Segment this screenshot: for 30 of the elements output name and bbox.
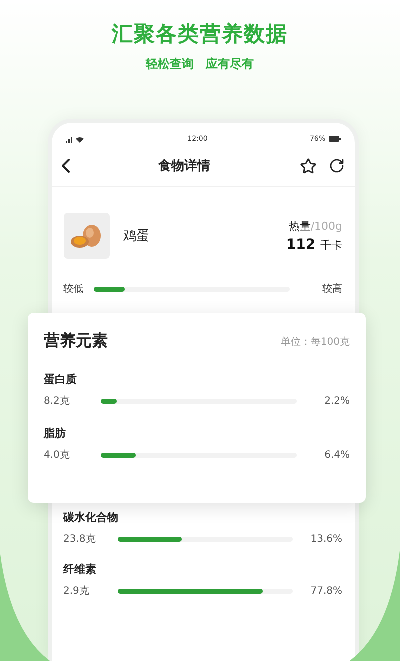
battery-icon [328, 136, 340, 142]
page-title: 食物详情 [158, 158, 210, 175]
subheadline: 轻松查询 应有尽有 [146, 56, 254, 73]
unit-label: 单位：每100克 [280, 336, 350, 348]
signal-wifi-icon [66, 136, 86, 142]
high-label: 较高 [322, 282, 342, 296]
back-icon [62, 159, 70, 173]
nutrient-amount: 8.2克 [44, 394, 71, 408]
nutrient-name: 蛋白质 [44, 372, 78, 387]
nutrient-amount: 4.0克 [44, 448, 71, 462]
nutrient-percent: 77.8% [310, 586, 342, 596]
card-title: 营养元素 [44, 331, 108, 352]
nutrient-percent: 2.2% [324, 396, 350, 406]
food-name: 鸡蛋 [124, 228, 150, 245]
headline: 汇聚各类营养数据 [112, 21, 288, 48]
nutrient-percent: 13.6% [310, 534, 342, 544]
nutrient-amount: 23.8克 [64, 532, 97, 546]
refresh-button[interactable] [328, 158, 344, 174]
nutrient-name: 脂肪 [44, 426, 67, 441]
nutrient-name: 纤维素 [64, 562, 98, 577]
energy-label: 热量/100g [288, 219, 342, 234]
low-label: 较低 [64, 282, 84, 296]
refresh-icon [328, 158, 344, 174]
energy-value: 112 千卡 [286, 237, 342, 253]
star-button[interactable] [300, 158, 316, 174]
nutrient-name: 碳水化合物 [64, 510, 120, 525]
nutrient-amount: 2.9克 [64, 584, 90, 598]
nutrient-percent: 6.4% [324, 450, 350, 460]
back-button[interactable] [62, 159, 70, 173]
star-icon [300, 158, 316, 174]
